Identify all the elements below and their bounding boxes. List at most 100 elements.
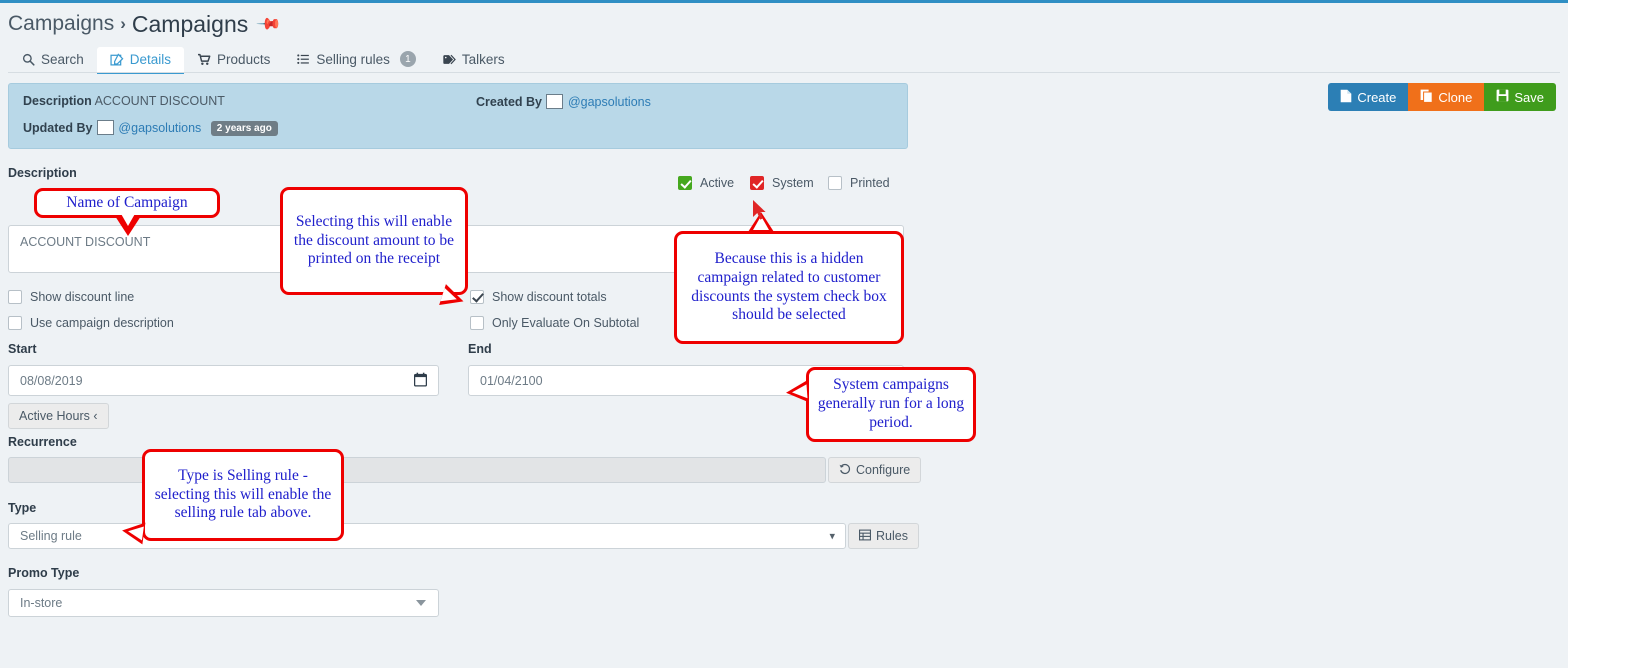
active-hours-label: Active Hours ‹ [19,409,98,423]
active-checkbox-row[interactable]: Active [678,176,734,190]
tab-underline [8,72,1560,73]
rules-label: Rules [876,529,908,543]
tab-selling-rules[interactable]: Selling rules 1 [283,46,429,73]
description-field-label: Description [8,166,77,180]
printed-checkbox-label: Printed [850,176,890,190]
edit-square-icon [110,52,124,67]
active-checkbox[interactable] [678,176,692,190]
create-button[interactable]: Create [1328,83,1409,111]
description-input-value: ACCOUNT DISCOUNT [20,235,151,249]
end-date-value: 01/04/2100 [480,373,543,388]
tab-talkers[interactable]: Talkers [429,47,518,73]
annotation-printed-receipt-text: Selecting this will enable the discount … [293,212,455,268]
promo-type-field-label: Promo Type [8,566,80,580]
start-date-input[interactable]: 08/08/2019 [8,365,439,396]
page-right-gutter [1568,0,1644,668]
chevron-down-icon [416,600,426,606]
avatar [546,94,564,109]
save-button-label: Save [1514,89,1544,105]
annotation-long-period: System campaigns generally run for a lon… [806,367,976,442]
annotation-name-of-campaign-tail [115,212,141,236]
system-checkbox[interactable] [750,176,764,190]
copy-icon [1420,89,1434,106]
tab-search[interactable]: Search [8,47,97,73]
tab-details-label: Details [129,52,172,67]
type-select-value: Selling rule [20,529,82,543]
info-description: Description ACCOUNT DISCOUNT [23,94,225,108]
campaign-info-panel: Description ACCOUNT DISCOUNT Created By … [8,83,908,149]
use-campaign-description-checkbox[interactable] [8,316,22,330]
calendar-icon[interactable] [413,372,428,389]
annotation-name-of-campaign-text: Name of Campaign [66,193,188,211]
save-button[interactable]: Save [1484,83,1556,111]
selling-rules-count-badge: 1 [399,51,416,67]
promo-type-value: In-store [20,596,63,610]
tab-products[interactable]: Products [184,47,283,73]
start-date-value: 08/08/2019 [20,373,83,388]
updated-by-user-link[interactable]: @gapsolutions [118,121,201,135]
show-discount-totals-checkbox[interactable] [470,290,484,304]
mouse-cursor [752,199,768,226]
info-updated-by: Updated By @gapsolutions 2 years ago [23,120,278,136]
active-hours-button[interactable]: Active Hours ‹ [8,403,109,429]
history-icon [839,463,851,478]
use-campaign-description-label: Use campaign description [30,316,174,330]
action-button-group: Create Clone Save [1328,83,1556,111]
annotation-hidden-campaign: Because this is a hidden campaign relate… [674,231,904,344]
create-button-label: Create [1357,89,1397,105]
breadcrumb: Campaigns › Campaigns 📌 [8,8,282,40]
pin-icon[interactable]: 📌 [255,10,283,38]
file-icon [1340,89,1352,106]
only-evaluate-on-subtotal-label: Only Evaluate On Subtotal [492,316,640,330]
clone-button-label: Clone [1438,89,1473,105]
page-canvas: Campaigns › Campaigns 📌 Search Details P… [0,3,1568,668]
tab-products-label: Products [217,52,271,67]
configure-label: Configure [856,463,911,477]
annotation-long-period-text: System campaigns generally run for a lon… [817,376,965,431]
printed-checkbox[interactable] [828,176,842,190]
start-field-label: Start [8,342,37,356]
recurrence-input [8,457,826,483]
printed-checkbox-row[interactable]: Printed [828,176,890,190]
tab-bar: Search Details Products Selling rules 1 … [8,45,1560,74]
tag-icon [442,53,456,67]
tab-talkers-label: Talkers [461,52,505,67]
use-campaign-description-row[interactable]: Use campaign description [8,316,174,330]
list-icon [296,52,310,66]
annotation-selling-rule-type: Type is Selling rule - selecting this wi… [142,449,344,541]
info-description-label: Description [23,94,92,108]
only-evaluate-on-subtotal-checkbox[interactable] [470,316,484,330]
info-description-value: ACCOUNT DISCOUNT [94,94,225,108]
created-by-user-link[interactable]: @gapsolutions [568,95,651,109]
show-discount-line-label: Show discount line [30,290,135,304]
show-discount-totals-label: Show discount totals [492,290,607,304]
tab-details[interactable]: Details [96,47,185,74]
annotation-selling-rule-type-text: Type is Selling rule - selecting this wi… [154,466,332,522]
show-discount-line-row[interactable]: Show discount line [8,290,134,304]
annotation-hidden-campaign-text: Because this is a hidden campaign relate… [691,249,887,324]
type-field-label: Type [8,501,37,515]
system-checkbox-row[interactable]: System [750,176,814,190]
configure-button[interactable]: Configure [828,457,922,483]
breadcrumb-parent[interactable]: Campaigns [8,12,114,36]
clone-button[interactable]: Clone [1408,83,1485,111]
search-icon [21,53,35,67]
promo-type-select[interactable]: In-store [8,589,439,617]
avatar [96,120,114,135]
show-discount-totals-row[interactable]: Show discount totals [470,290,607,304]
floppy-icon [1496,89,1509,105]
only-evaluate-on-subtotal-row[interactable]: Only Evaluate On Subtotal [470,316,639,330]
rules-button[interactable]: Rules [848,523,919,549]
show-discount-line-checkbox[interactable] [8,290,22,304]
recurrence-field-label: Recurrence [8,435,77,449]
info-created-by-label: Created By [476,95,542,109]
breadcrumb-separator: › [120,14,126,33]
annotation-long-period-tail [785,380,809,404]
table-icon [859,529,872,544]
page-title: Campaigns [131,10,249,37]
tab-search-label: Search [41,52,84,67]
end-field-label: End [468,342,492,356]
info-created-by: Created By @gapsolutions [476,94,651,109]
tab-selling-rules-label: Selling rules [316,51,390,67]
info-updated-by-label: Updated By [23,121,93,135]
